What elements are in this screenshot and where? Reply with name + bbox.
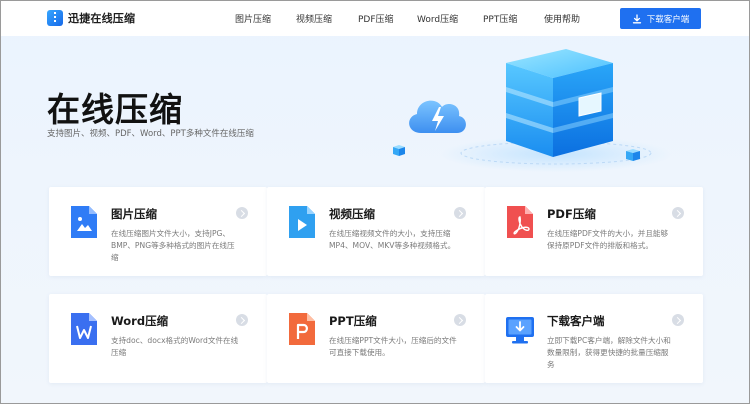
card-description: 在线压缩PPT文件大小，压缩后的文件可直接下载使用。 bbox=[329, 336, 457, 357]
nav-item-ppt-compress[interactable]: PPT压缩 bbox=[483, 12, 517, 25]
pdf-file-icon bbox=[507, 206, 533, 238]
card-description: 在线压缩PDF文件的大小，并且能够保持原PDF文件的排版和格式。 bbox=[547, 229, 669, 250]
video-file-icon bbox=[289, 206, 315, 238]
card-title: 下载客户端 bbox=[547, 314, 605, 328]
card-title: PDF压缩 bbox=[547, 207, 596, 221]
arrow-right-icon bbox=[454, 207, 466, 219]
word-file-icon bbox=[71, 313, 97, 345]
card-word-compress[interactable]: Word压缩 支持doc、docx格式的Word文件在线压缩 bbox=[49, 294, 267, 383]
card-ppt-compress[interactable]: PPT压缩 在线压缩PPT文件大小，压缩后的文件可直接下载使用。 bbox=[267, 294, 485, 383]
nav-item-video-compress[interactable]: 视频压缩 bbox=[296, 12, 332, 25]
card-title: 视频压缩 bbox=[329, 207, 375, 221]
card-title: PPT压缩 bbox=[329, 314, 377, 328]
cube-box-icon bbox=[506, 49, 613, 157]
card-description: 支持doc、docx格式的Word文件在线压缩 bbox=[111, 336, 239, 357]
arrow-right-icon bbox=[236, 207, 248, 219]
card-pdf-compress[interactable]: PDF压缩 在线压缩PDF文件的大小，并且能够保持原PDF文件的排版和格式。 bbox=[485, 187, 703, 276]
page-subtitle: 支持图片、视频、PDF、Word、PPT多种文件在线压缩 bbox=[47, 129, 254, 139]
compression-box-illustration bbox=[393, 49, 671, 172]
card-video-compress[interactable]: 视频压缩 在线压缩视频文件的大小，支持压缩MP4、MOV、MKV等多种视频格式。 bbox=[267, 187, 485, 276]
arrow-right-icon bbox=[672, 207, 684, 219]
nav-item-image-compress[interactable]: 图片压缩 bbox=[235, 12, 271, 25]
page-title: 在线压缩 bbox=[47, 90, 183, 129]
cloud-bolt-icon bbox=[409, 100, 466, 133]
desktop-download-icon bbox=[506, 317, 534, 344]
download-client-label: 下载客户端 bbox=[646, 14, 690, 25]
arrow-right-icon bbox=[454, 314, 466, 326]
page: 迅捷在线压缩 图片压缩 视频压缩 PDF压缩 Word压缩 PPT压缩 使用帮助… bbox=[0, 0, 750, 404]
small-cube-icon bbox=[626, 149, 640, 161]
ppt-file-icon bbox=[289, 313, 315, 345]
nav-item-word-compress[interactable]: Word压缩 bbox=[417, 12, 458, 25]
nav-item-help[interactable]: 使用帮助 bbox=[544, 12, 580, 25]
image-file-icon bbox=[71, 206, 97, 238]
download-client-button[interactable]: 下载客户端 bbox=[620, 8, 701, 29]
card-download-client[interactable]: 下载客户端 立即下载PC客户端，解除文件大小和数量限制，获得更快捷的批量压缩服务 bbox=[485, 294, 703, 383]
card-description: 立即下载PC客户端，解除文件大小和数量限制，获得更快捷的批量压缩服务 bbox=[547, 336, 671, 369]
nav-item-pdf-compress[interactable]: PDF压缩 bbox=[358, 12, 394, 25]
card-title: 图片压缩 bbox=[111, 207, 157, 221]
card-title: Word压缩 bbox=[111, 314, 169, 328]
download-icon bbox=[632, 13, 641, 23]
small-cube-icon bbox=[393, 145, 405, 156]
top-nav-bar: 迅捷在线压缩 图片压缩 视频压缩 PDF压缩 Word压缩 PPT压缩 使用帮助… bbox=[1, 1, 749, 36]
card-description: 在线压缩视频文件的大小，支持压缩MP4、MOV、MKV等多种视频格式。 bbox=[329, 229, 456, 250]
card-description: 在线压缩图片文件大小，支持JPG、BMP、PNG等多种格式的图片在线压缩 bbox=[111, 229, 235, 262]
card-image-compress[interactable]: 图片压缩 在线压缩图片文件大小，支持JPG、BMP、PNG等多种格式的图片在线压… bbox=[49, 187, 267, 276]
arrow-right-icon bbox=[672, 314, 684, 326]
arrow-right-icon bbox=[236, 314, 248, 326]
